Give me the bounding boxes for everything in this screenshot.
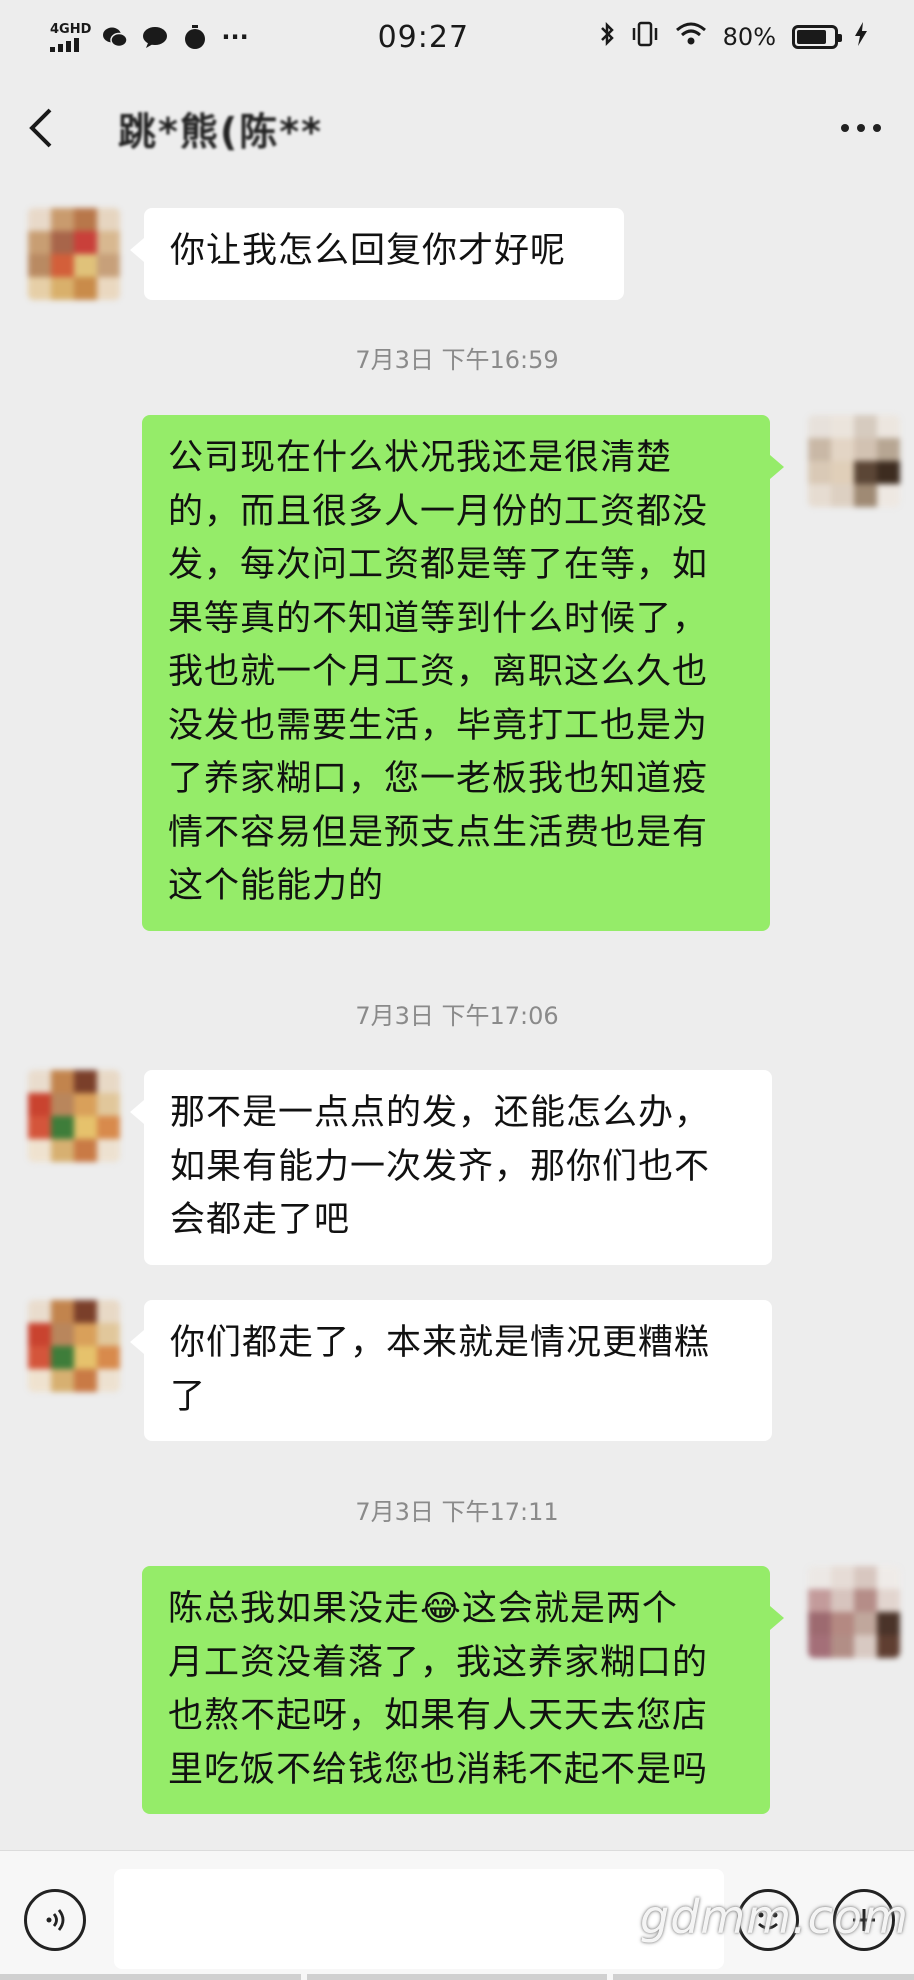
voice-icon xyxy=(46,1909,65,1931)
message-incoming: 那不是一点点的发，还能怎么办， 如果有能力一次发齐，那你们也不 会都走了吧 xyxy=(28,1070,772,1265)
timestamp: 7月3日 下午17:11 xyxy=(355,1498,559,1526)
message-line: 没发也需要生活，毕竟打工也是为 xyxy=(168,705,709,746)
message-line: 会都走了吧 xyxy=(170,1200,351,1240)
voice-button[interactable] xyxy=(24,1889,86,1951)
message-bubble[interactable]: 公司现在什么状况我还是很清楚 的，而且很多人一月份的工资都没 发，每次问工资都是… xyxy=(142,415,784,931)
message-line: 月工资没着落了，我这养家糊口的 xyxy=(168,1642,709,1683)
message-line: 陈总我如果没走😂这会就是两个 xyxy=(168,1589,678,1629)
more-notifications-icon: ··· xyxy=(221,23,249,51)
more-button[interactable] xyxy=(836,124,886,132)
message-line: 公司现在什么状况我还是很清楚 xyxy=(168,438,673,478)
message-bubble[interactable]: 陈总我如果没走😂这会就是两个 月工资没着落了，我这养家糊口的 也熬不起呀，如果有… xyxy=(142,1566,784,1814)
message-outgoing: 公司现在什么状况我还是很清楚 的，而且很多人一月份的工资都没 发，每次问工资都是… xyxy=(142,415,900,931)
message-bubble[interactable]: 你让我怎么回复你才好呢 xyxy=(130,208,624,300)
chevron-left-icon xyxy=(29,108,52,148)
vibrate-icon xyxy=(631,21,659,53)
home-indicator xyxy=(0,1974,914,1980)
message-line: 你们都走了，本来就是情况更糟糕 xyxy=(170,1323,711,1363)
avatar[interactable] xyxy=(808,415,900,507)
message-line: 发，每次问工资都是等了在等，如 xyxy=(168,545,709,585)
avatar[interactable] xyxy=(28,1070,120,1162)
network-label: 4GHD xyxy=(50,21,92,37)
bluetooth-icon xyxy=(599,21,615,53)
battery-icon xyxy=(792,25,842,49)
chat-screen: 4GHD ··· 09:27 80% 跳*熊(陈** 你让我怎么回复你才好呢 7… xyxy=(0,0,914,1980)
message-line: 也熬不起呀，如果有人天天去您店 xyxy=(168,1696,709,1736)
message-line: 情不容易但是预支点生活费也是有 xyxy=(168,812,709,853)
message-line: 了养家糊口，您一老板我也知道疫 xyxy=(168,759,709,799)
back-button[interactable] xyxy=(28,98,68,158)
message-bubble[interactable]: 那不是一点点的发，还能怎么办， 如果有能力一次发齐，那你们也不 会都走了吧 xyxy=(130,1070,772,1265)
message-line: 我也就一个月工资，离职这么久也 xyxy=(168,652,709,692)
message-incoming: 你们都走了，本来就是情况更糟糕 了 xyxy=(28,1300,772,1441)
more-dots-icon xyxy=(841,124,849,132)
watermark: gdmm.com xyxy=(640,1890,909,1944)
message-line: 了 xyxy=(170,1376,207,1417)
message-line: 如果有能力一次发齐，那你们也不 xyxy=(170,1146,711,1187)
charging-icon xyxy=(854,21,868,53)
avatar[interactable] xyxy=(808,1566,900,1658)
message-icon xyxy=(142,24,168,50)
message-line: 果等真的不知道等到什么时候了， xyxy=(168,598,709,639)
avatar[interactable] xyxy=(28,208,120,300)
wifi-icon xyxy=(675,21,707,53)
timestamp: 7月3日 下午17:06 xyxy=(355,1002,559,1030)
chat-title: 跳*熊(陈** xyxy=(118,109,323,154)
network-indicator: 4GHD xyxy=(50,21,92,52)
timestamp: 7月3日 下午16:59 xyxy=(355,346,559,374)
avatar[interactable] xyxy=(28,1300,120,1392)
message-line: 这个能能力的 xyxy=(168,866,385,906)
message-bubble[interactable]: 你们都走了，本来就是情况更糟糕 了 xyxy=(130,1300,772,1441)
message-incoming: 你让我怎么回复你才好呢 xyxy=(28,208,624,300)
message-line: 的，而且很多人一月份的工资都没 xyxy=(168,491,709,532)
message-line: 那不是一点点的发，还能怎么办， xyxy=(170,1093,711,1133)
message-line: 里吃饭不给钱您也消耗不起不是吗 xyxy=(168,1749,709,1790)
message-input[interactable] xyxy=(114,1869,724,1969)
clock: 09:27 xyxy=(377,19,470,55)
chat-header: 跳*熊(陈** xyxy=(0,74,914,182)
wechat-icon xyxy=(102,24,128,50)
message-outgoing: 陈总我如果没走😂这会就是两个 月工资没着落了，我这养家糊口的 也熬不起呀，如果有… xyxy=(142,1566,900,1814)
status-bar: 4GHD ··· 09:27 80% xyxy=(0,0,914,74)
timer-icon xyxy=(182,24,208,50)
battery-percent: 80% xyxy=(722,23,776,51)
